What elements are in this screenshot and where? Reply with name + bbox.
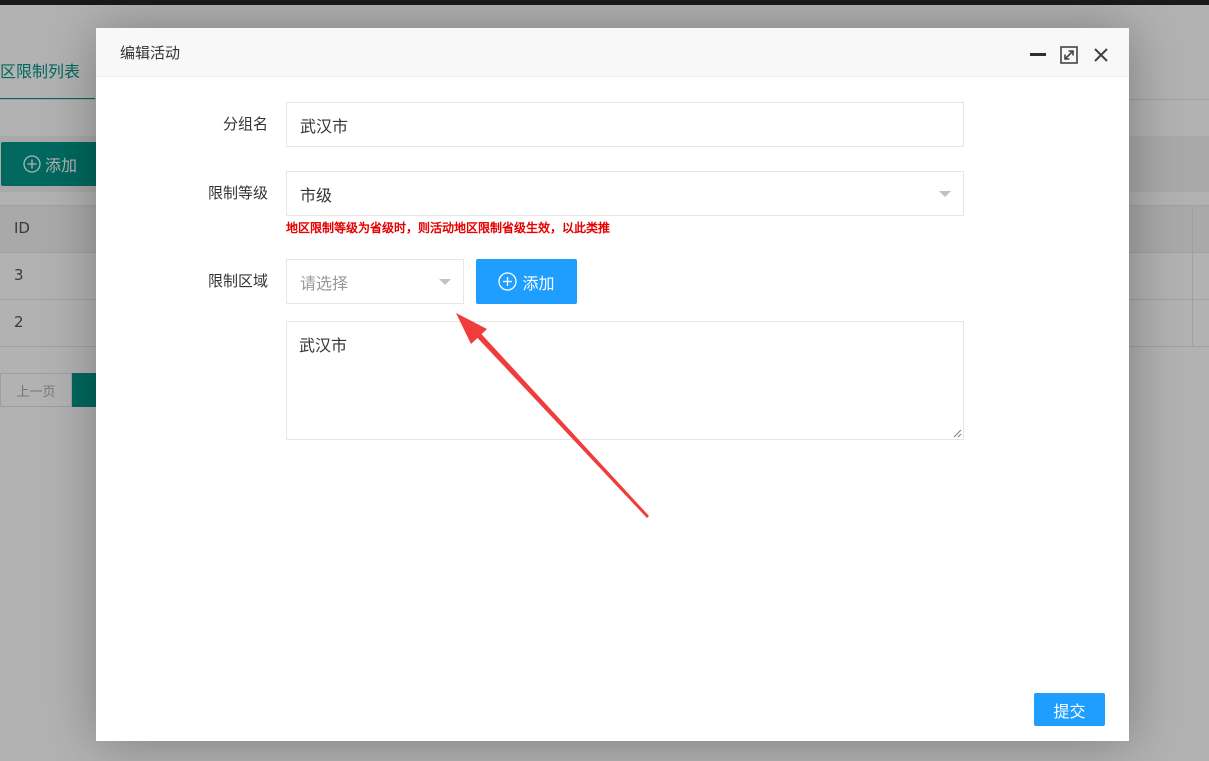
plus-circle-icon <box>498 272 518 291</box>
edit-activity-dialog: 编辑活动 分组名 武汉市 限制等级 市级 地区限制等级为省级时，则活动地区限制省… <box>96 28 1129 741</box>
level-label: 限制等级 <box>207 184 268 202</box>
chevron-down-icon <box>439 279 451 285</box>
region-label: 限制区域 <box>207 272 268 290</box>
region-add-button[interactable]: 添加 <box>476 259 577 304</box>
dialog-header[interactable]: 编辑活动 <box>96 28 1129 77</box>
level-select[interactable]: 市级 <box>286 171 964 216</box>
chevron-down-icon <box>939 191 951 197</box>
level-hint-text: 地区限制等级为省级时，则活动地区限制省级生效，以此类推 <box>286 221 611 235</box>
maximize-icon[interactable] <box>1060 46 1078 64</box>
close-icon[interactable] <box>1092 46 1110 64</box>
level-value: 市级 <box>300 185 333 205</box>
submit-button[interactable]: 提交 <box>1034 693 1105 726</box>
resize-handle-icon[interactable] <box>952 428 962 438</box>
group-name-label: 分组名 <box>222 115 268 133</box>
region-add-label: 添加 <box>522 273 555 293</box>
minimize-icon[interactable] <box>1030 53 1046 56</box>
region-textarea[interactable]: 武汉市 <box>286 321 964 440</box>
group-name-input[interactable]: 武汉市 <box>286 102 964 147</box>
region-select[interactable]: 请选择 <box>286 259 464 304</box>
dialog-title: 编辑活动 <box>120 44 181 62</box>
region-textarea-value: 武汉市 <box>299 336 348 355</box>
region-placeholder: 请选择 <box>300 273 349 293</box>
group-name-value: 武汉市 <box>300 116 349 136</box>
